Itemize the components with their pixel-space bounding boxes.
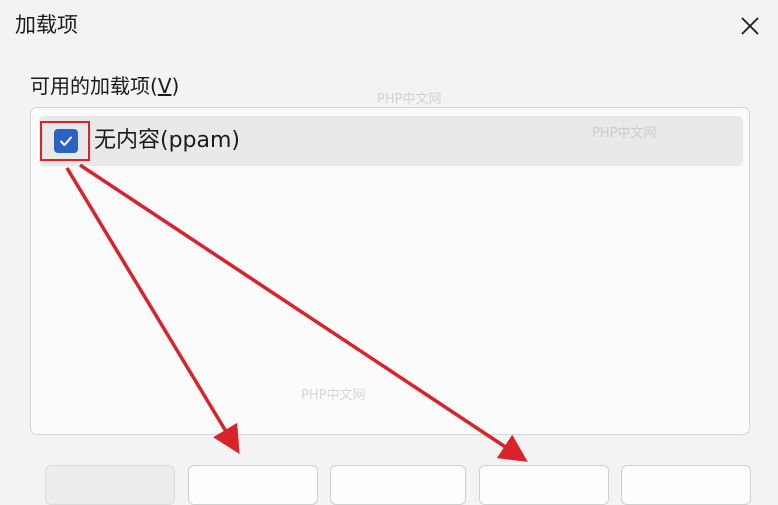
button-3[interactable] <box>330 465 466 505</box>
dialog-title: 加载项 <box>15 13 78 37</box>
checkmark-icon <box>60 136 72 146</box>
watermark-text: PHP中文网 <box>377 92 442 107</box>
button-2[interactable] <box>188 465 318 505</box>
dialog-buttons-row <box>0 465 778 505</box>
available-addins-label-mnemonic: V <box>157 74 172 98</box>
button-4[interactable] <box>479 465 609 505</box>
close-button[interactable] <box>732 8 768 44</box>
available-addins-label-prefix: 可用的加载项( <box>30 74 158 98</box>
available-addins-label-suffix: ) <box>171 74 180 98</box>
button-5[interactable] <box>621 465 751 505</box>
addins-dialog: 加载项 可用的加载项(V) 无内容(ppam) PHP中文网 PHP中文网 PH… <box>0 0 778 505</box>
button-1[interactable] <box>45 465 175 505</box>
close-icon <box>741 17 759 35</box>
addin-label: 无内容(ppam) <box>94 128 241 153</box>
list-item-ppam[interactable]: 无内容(ppam) <box>39 116 743 166</box>
addins-list[interactable]: 无内容(ppam) <box>30 107 750 435</box>
available-addins-label: 可用的加载项(V) <box>30 72 179 100</box>
addin-checkbox[interactable] <box>54 129 78 153</box>
